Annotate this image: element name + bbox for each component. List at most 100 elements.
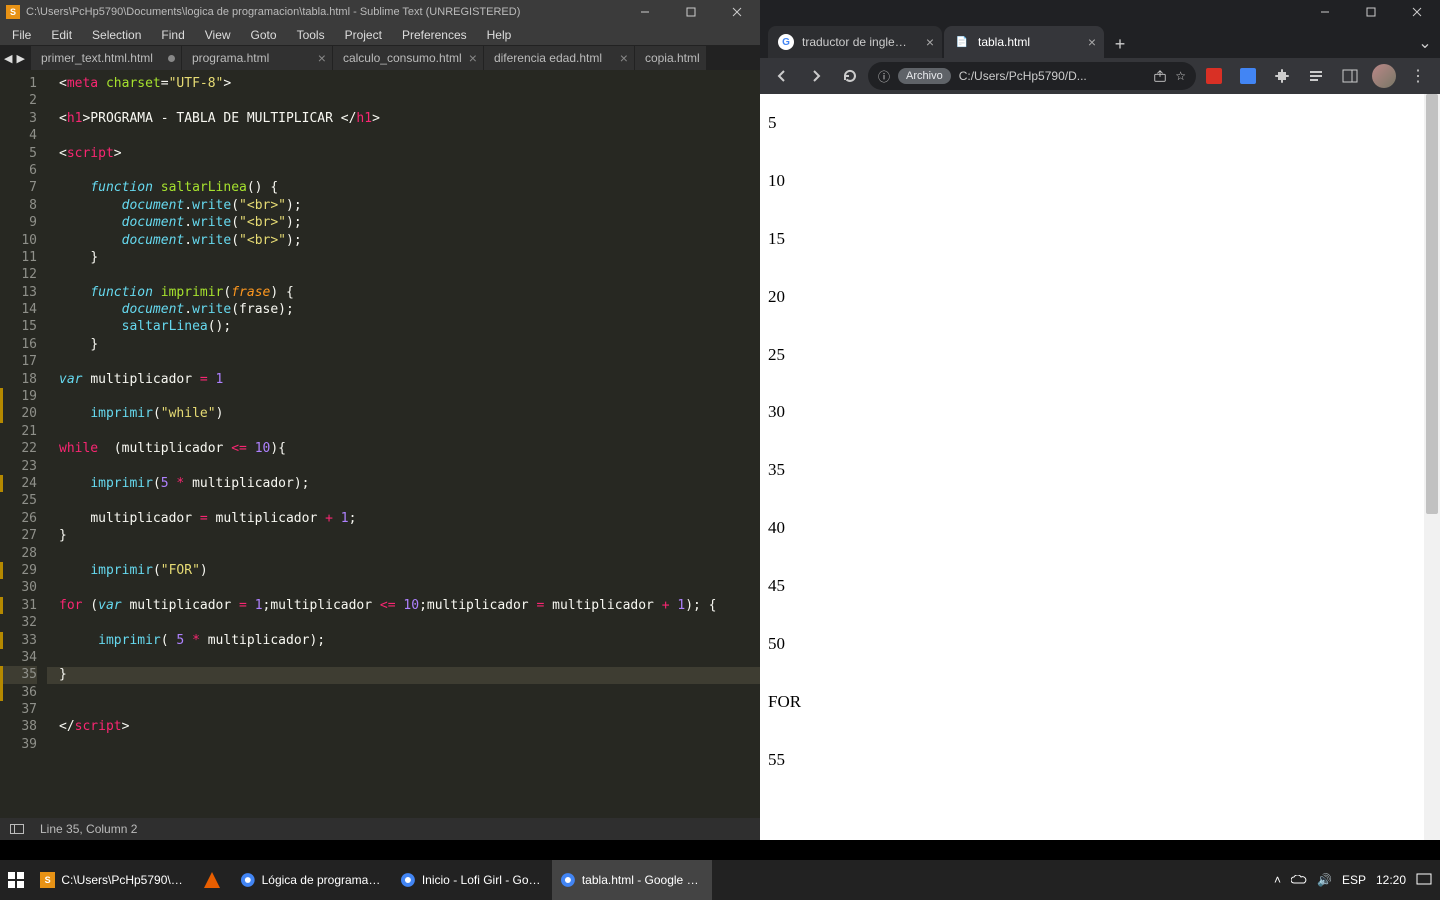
page-text-line: 20: [768, 268, 1440, 326]
taskbar-app[interactable]: [192, 860, 232, 900]
close-tab-icon[interactable]: ×: [318, 50, 326, 66]
page-text-line: 35: [768, 441, 1440, 499]
start-button[interactable]: [0, 860, 32, 900]
tab-nav-next-icon[interactable]: ▶: [14, 52, 26, 65]
close-button[interactable]: [1394, 0, 1440, 24]
onedrive-icon[interactable]: [1291, 875, 1307, 885]
notifications-icon[interactable]: [1416, 873, 1432, 887]
chrome-menu-icon[interactable]: ⋮: [1402, 60, 1434, 92]
sublime-tabbar: ◀ ▶ primer_text.html.html programa.html ×…: [0, 46, 760, 70]
editor-tab[interactable]: calculo_consumo.html ×: [333, 46, 483, 70]
sublime-statusbar: Line 35, Column 2: [0, 818, 760, 840]
close-tab-icon[interactable]: ×: [926, 34, 934, 50]
language-indicator[interactable]: ESP: [1342, 873, 1366, 887]
sublime-title: C:\Users\PcHp5790\Documents\logica de pr…: [26, 6, 520, 18]
page-text-line: FOR: [768, 673, 1440, 731]
line-gutter[interactable]: 1234567891011121314151617181920212223242…: [0, 70, 47, 818]
clock[interactable]: 12:20: [1376, 873, 1406, 887]
close-tab-icon[interactable]: ×: [620, 50, 628, 66]
sublime-app-icon: S: [6, 5, 20, 19]
scrollbar[interactable]: [1424, 94, 1440, 840]
page-text-line: 10: [768, 152, 1440, 210]
side-panel-icon[interactable]: [1334, 60, 1366, 92]
bookmark-star-icon[interactable]: ☆: [1175, 69, 1186, 83]
taskbar-app[interactable]: tabla.html - Google C...: [552, 860, 712, 900]
scrollbar-thumb[interactable]: [1426, 94, 1438, 514]
chrome-titlebar[interactable]: [760, 0, 1440, 24]
extensions-puzzle-icon[interactable]: [1266, 60, 1298, 92]
sublime-icon: S: [40, 872, 55, 888]
minimize-button[interactable]: [1302, 0, 1348, 24]
extension-icon[interactable]: [1198, 60, 1230, 92]
page-text-line: 15: [768, 210, 1440, 268]
menu-preferences[interactable]: Preferences: [392, 25, 477, 45]
chrome-toolbar: ⓘ Archivo C:/Users/PcHp5790/D... ☆ ⋮: [760, 58, 1440, 94]
editor-tab[interactable]: programa.html ×: [182, 46, 332, 70]
menu-edit[interactable]: Edit: [41, 25, 82, 45]
minimize-button[interactable]: [622, 0, 668, 24]
forward-button[interactable]: [800, 60, 832, 92]
taskbar-app[interactable]: S C:\Users\PcHp5790\D...: [32, 860, 192, 900]
chrome-icon: [400, 872, 416, 888]
tab-label: calculo_consumo.html: [343, 51, 462, 65]
system-tray: ˄ 🔊 ESP 12:20: [1274, 873, 1440, 887]
sublime-titlebar[interactable]: S C:\Users\PcHp5790\Documents\logica de …: [0, 0, 760, 24]
code-content[interactable]: <meta charset="UTF-8"> <h1>PROGRAMA - TA…: [47, 70, 717, 818]
windows-taskbar: S C:\Users\PcHp5790\D... Lógica de progr…: [0, 860, 1440, 900]
menu-selection[interactable]: Selection: [82, 25, 151, 45]
tab-label: primer_text.html.html: [41, 51, 153, 65]
page-viewport[interactable]: 5101520253035404550FOR55: [760, 94, 1440, 840]
profile-avatar[interactable]: [1368, 60, 1400, 92]
reading-list-icon[interactable]: [1300, 60, 1332, 92]
site-info-icon[interactable]: ⓘ: [878, 68, 890, 85]
editor-tab[interactable]: copia.html: [635, 46, 706, 70]
sublime-window: S C:\Users\PcHp5790\Documents\logica de …: [0, 0, 760, 840]
address-bar[interactable]: ⓘ Archivo C:/Users/PcHp5790/D... ☆: [868, 62, 1196, 90]
menu-project[interactable]: Project: [335, 25, 392, 45]
close-tab-icon[interactable]: ×: [1088, 34, 1096, 50]
editor-tab[interactable]: diferencia edad.html ×: [484, 46, 634, 70]
status-line-col: Line 35, Column 2: [40, 822, 137, 836]
share-icon[interactable]: [1153, 69, 1167, 83]
taskbar-app[interactable]: Inicio - Lofi Girl - Goo...: [392, 860, 552, 900]
google-favicon-icon: G: [778, 34, 794, 50]
volume-icon[interactable]: 🔊: [1317, 873, 1332, 887]
page-text-line: 50: [768, 615, 1440, 673]
menu-file[interactable]: File: [2, 25, 41, 45]
taskbar-app[interactable]: Lógica de programaci...: [232, 860, 392, 900]
tab-nav-prev-icon[interactable]: ◀: [2, 52, 14, 65]
menu-view[interactable]: View: [195, 25, 241, 45]
editor-tab[interactable]: primer_text.html.html: [31, 46, 181, 70]
maximize-button[interactable]: [668, 0, 714, 24]
menu-goto[interactable]: Goto: [241, 25, 287, 45]
chrome-tabstrip: G traductor de ingles a esp × 📄 tabla.ht…: [760, 24, 1440, 58]
tab-label: copia.html: [645, 51, 700, 65]
tab-label: programa.html: [192, 51, 269, 65]
tab-search-icon[interactable]: ⌄: [1410, 28, 1440, 58]
browser-tab[interactable]: G traductor de ingles a esp ×: [768, 26, 942, 58]
reload-button[interactable]: [834, 60, 866, 92]
page-text-line: 30: [768, 383, 1440, 441]
vlc-icon: [204, 872, 220, 888]
page-text-line: 55: [768, 731, 1440, 789]
translate-extension-icon[interactable]: [1232, 60, 1264, 92]
close-tab-icon[interactable]: ×: [469, 50, 477, 66]
chrome-icon: [560, 872, 576, 888]
browser-tab[interactable]: 📄 tabla.html ×: [944, 26, 1104, 58]
menu-tools[interactable]: Tools: [287, 25, 335, 45]
chrome-icon: [240, 872, 256, 888]
new-tab-button[interactable]: +: [1106, 30, 1134, 58]
editor-area[interactable]: 1234567891011121314151617181920212223242…: [0, 70, 760, 818]
page-text-line: 45: [768, 557, 1440, 615]
maximize-button[interactable]: [1348, 0, 1394, 24]
minimap[interactable]: [744, 70, 760, 818]
page-text-line: 5: [768, 94, 1440, 152]
menu-help[interactable]: Help: [477, 25, 522, 45]
menu-find[interactable]: Find: [151, 25, 194, 45]
close-button[interactable]: [714, 0, 760, 24]
tab-label: diferencia edad.html: [494, 51, 602, 65]
file-favicon-icon: 📄: [954, 34, 970, 50]
tray-overflow-icon[interactable]: ˄: [1274, 873, 1281, 887]
back-button[interactable]: [766, 60, 798, 92]
side-panel-toggle-icon[interactable]: [10, 824, 24, 834]
